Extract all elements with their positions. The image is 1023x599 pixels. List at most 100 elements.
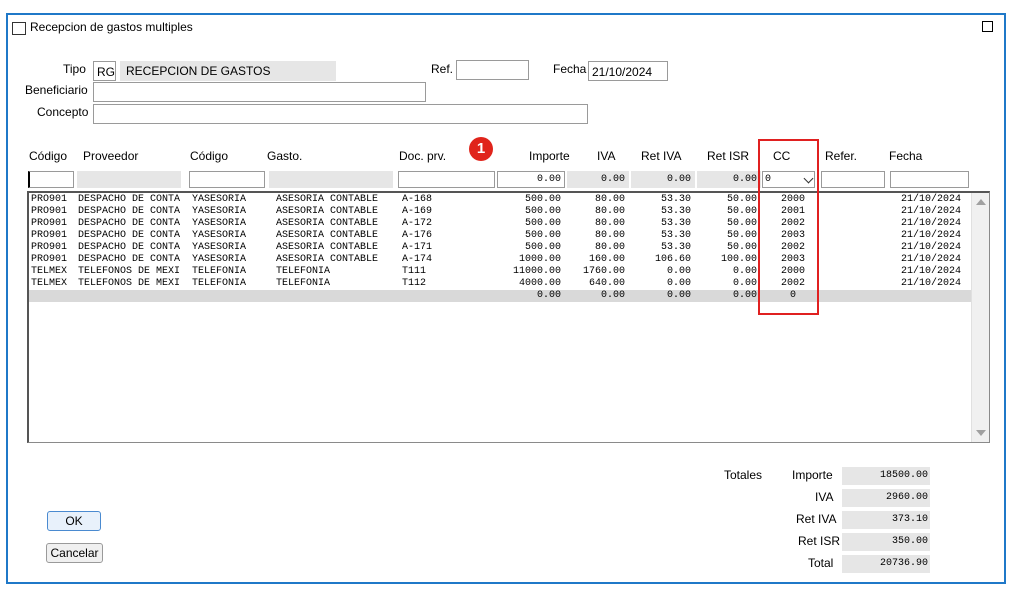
cell-codigo2: TELEFONIA: [192, 266, 247, 277]
entry-gasto-display: [269, 171, 393, 188]
cell-fecha: 21/10/2024: [900, 206, 961, 217]
concepto-input[interactable]: [93, 104, 588, 124]
beneficiario-input[interactable]: [93, 82, 426, 102]
scroll-down-icon[interactable]: [976, 430, 986, 436]
entry-importe-input[interactable]: 0.00: [497, 171, 565, 188]
entry-fecha-input[interactable]: [890, 171, 969, 188]
total-ret-isr-label: Ret ISR: [798, 534, 841, 548]
entry-refer-input[interactable]: [821, 171, 885, 188]
cell-iva: 640.00: [588, 278, 625, 289]
cell-gasto: ASESORIA CONTABLE: [276, 194, 379, 205]
col-importe: Importe: [529, 149, 570, 163]
grand-total-value: 20736.90: [842, 555, 930, 573]
beneficiario-label: Beneficiario: [25, 83, 88, 97]
scroll-up-icon[interactable]: [976, 199, 986, 205]
table-row[interactable]: PRO901 DESPACHO DE CONTA YASESORIA ASESORIA…: [29, 218, 974, 230]
cell-cc: 2000: [780, 266, 805, 277]
tipo-code-input[interactable]: RG: [93, 61, 116, 81]
cell-retiva: 53.30: [660, 242, 691, 253]
cell-iva: 80.00: [594, 194, 625, 205]
cancel-button[interactable]: Cancelar: [46, 543, 103, 563]
col-proveedor: Proveedor: [83, 149, 139, 163]
cell-cc: 2001: [780, 206, 805, 217]
cell-retisr: 0.00: [732, 266, 757, 277]
cell-proveedor: DESPACHO DE CONTA: [78, 218, 181, 229]
tipo-label: Tipo: [63, 62, 86, 76]
cell-codigo: PRO901: [31, 254, 68, 265]
cell-importe: 1000.00: [518, 254, 561, 265]
cell-codigo2: YASESORIA: [192, 206, 247, 217]
cell-iva: 80.00: [594, 218, 625, 229]
cell-retisr: 0.00: [732, 278, 757, 289]
summary-importe: 0.00: [536, 290, 561, 301]
entry-doc-prv-input[interactable]: [398, 171, 495, 188]
total-ret-iva-label: Ret IVA: [796, 512, 837, 526]
cell-importe: 500.00: [524, 218, 561, 229]
cell-fecha: 21/10/2024: [900, 278, 961, 289]
cell-retiva: 0.00: [666, 278, 691, 289]
fecha-input[interactable]: 21/10/2024: [588, 61, 668, 81]
entry-codigo-input[interactable]: [28, 171, 74, 188]
cell-gasto: TELEFONIA: [276, 278, 331, 289]
annotation-badge: 1: [469, 137, 493, 161]
table-row[interactable]: PRO901 DESPACHO DE CONTA YASESORIA ASESORIA…: [29, 242, 974, 254]
concepto-label: Concepto: [37, 105, 89, 119]
vertical-scrollbar[interactable]: [971, 193, 989, 442]
entry-cc-value: 0: [765, 174, 772, 185]
cell-importe: 500.00: [524, 242, 561, 253]
ok-button[interactable]: OK: [47, 511, 101, 531]
table-row[interactable]: PRO901 DESPACHO DE CONTA YASESORIA ASESORIA…: [29, 254, 974, 266]
cell-retiva: 0.00: [666, 266, 691, 277]
col-cc: CC: [773, 149, 791, 163]
cell-proveedor: TELEFONOS DE MEXI: [78, 266, 181, 277]
col-ret-isr: Ret ISR: [707, 149, 750, 163]
cell-retisr: 50.00: [726, 206, 757, 217]
summary-iva: 0.00: [600, 290, 625, 301]
total-iva-label: IVA: [815, 490, 834, 504]
table-row[interactable]: PRO901 DESPACHO DE CONTA YASESORIA ASESORIA…: [29, 206, 974, 218]
cell-retisr: 50.00: [726, 242, 757, 253]
cell-doc: A-174: [402, 254, 433, 265]
cell-codigo2: YASESORIA: [192, 218, 247, 229]
entry-codigo-gasto-input[interactable]: [189, 171, 265, 188]
table-row[interactable]: PRO901 DESPACHO DE CONTA YASESORIA ASESORIA…: [29, 194, 974, 206]
col-fecha: Fecha: [889, 149, 923, 163]
cell-cc: 2002: [780, 242, 805, 253]
cell-doc: T111: [402, 266, 427, 277]
window-icon: [12, 22, 26, 35]
cell-doc: T112: [402, 278, 427, 289]
cell-fecha: 21/10/2024: [900, 242, 961, 253]
cell-doc: A-172: [402, 218, 433, 229]
cell-proveedor: DESPACHO DE CONTA: [78, 242, 181, 253]
cell-doc: A-176: [402, 230, 433, 241]
table-row[interactable]: TELMEX TELEFONOS DE MEXI TELEFONIA TELEFONI…: [29, 278, 974, 290]
cell-retisr: 50.00: [726, 194, 757, 205]
col-ret-iva: Ret IVA: [641, 149, 682, 163]
table-summary-row: 0.00 0.00 0.00 0.00 0: [29, 290, 974, 302]
cell-gasto: ASESORIA CONTABLE: [276, 242, 379, 253]
total-importe-label: Importe: [792, 468, 833, 482]
cell-retiva: 53.30: [660, 194, 691, 205]
summary-cc: 0: [789, 290, 796, 301]
cell-importe: 500.00: [524, 206, 561, 217]
cell-gasto: ASESORIA CONTABLE: [276, 254, 379, 265]
cell-iva: 160.00: [588, 254, 625, 265]
grand-total-label: Total: [808, 556, 834, 570]
table-row[interactable]: TELMEX TELEFONOS DE MEXI TELEFONIA TELEFONI…: [29, 266, 974, 278]
maximize-icon[interactable]: [982, 21, 993, 32]
ref-label: Ref.: [431, 62, 454, 76]
table-row[interactable]: PRO901 DESPACHO DE CONTA YASESORIA ASESORIA…: [29, 230, 974, 242]
total-iva-value: 2960.00: [842, 489, 930, 507]
cell-retisr: 100.00: [720, 254, 757, 265]
cell-codigo: PRO901: [31, 242, 68, 253]
cell-iva: 80.00: [594, 242, 625, 253]
cell-importe: 11000.00: [512, 266, 561, 277]
cell-fecha: 21/10/2024: [900, 266, 961, 277]
cell-importe: 4000.00: [518, 278, 561, 289]
cell-iva: 1760.00: [582, 266, 625, 277]
entry-cc-select[interactable]: 0: [762, 171, 815, 188]
chevron-down-icon[interactable]: [803, 173, 814, 184]
cell-codigo2: TELEFONIA: [192, 278, 247, 289]
ref-input[interactable]: [456, 60, 529, 80]
expenses-grid[interactable]: PRO901 DESPACHO DE CONTA YASESORIA ASESORIA…: [27, 191, 990, 443]
